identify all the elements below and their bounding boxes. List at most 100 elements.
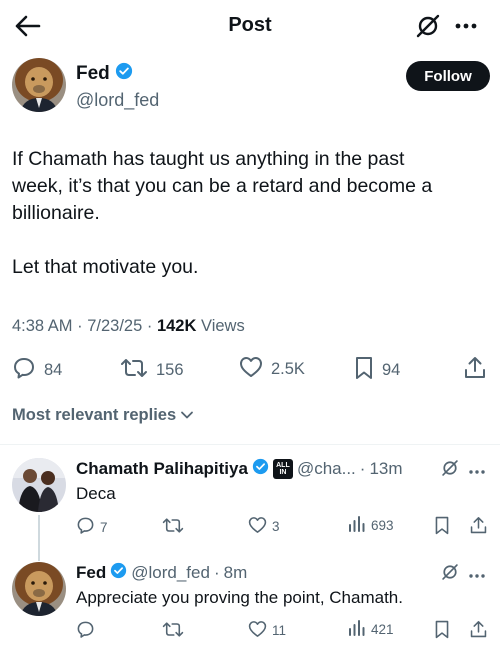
like-button[interactable]: 2.5K [239,356,305,383]
reply-time: 13m [369,459,403,478]
views-count: 421 [371,622,394,637]
reply-more [468,462,486,480]
share-button[interactable] [470,620,487,642]
verified-icon [115,62,133,85]
reply-author-name[interactable]: Fed [76,563,106,583]
bookmark-icon [434,620,450,642]
more-icon[interactable] [468,566,486,584]
post-text-line: If Chamath has taught us anything in the… [12,148,405,170]
views-label: Views [196,317,245,335]
repost-button[interactable] [162,620,189,642]
share-icon [470,516,487,538]
reply-time: 8m [223,563,248,582]
more-icon[interactable] [452,12,480,40]
reply-author-name[interactable]: Chamath Palihapitiya [76,459,248,479]
like-icon [248,516,267,537]
affiliate-badge-text-bottom: IN [279,469,287,476]
reply-icon [76,516,95,538]
repost-count: 156 [156,361,184,379]
reply-icon [12,356,36,385]
post-time: 4:38 AM [12,317,73,335]
repost-button[interactable] [162,516,189,538]
author-name[interactable]: Fed [76,63,110,85]
follow-button[interactable]: Follow [406,61,490,91]
like-button[interactable]: 3 [248,516,280,537]
reply-top-icons [440,458,460,483]
views-count[interactable]: 142K [157,317,196,335]
reply-count: 7 [100,519,108,535]
chevron-down-icon [180,406,194,425]
reply-header: Fed @lord_fed · 8m [76,562,247,584]
reply-item[interactable]: Chamath Palihapitiya ALL IN @cha... · 13… [12,458,488,540]
reply-author-handle[interactable]: @cha... [297,459,356,479]
grok-icon[interactable] [440,458,460,483]
repost-icon [162,516,184,538]
reply-count: 84 [44,361,63,379]
like-count: 11 [272,623,287,638]
like-icon [248,620,267,641]
reply-text: Deca [76,484,116,503]
replies-sort-label: Most relevant replies [12,406,177,424]
post-meta: 4:38 AM · 7/23/25 · 142K Views [12,317,245,336]
reply-text: Appreciate you proving the point, Chamat… [76,588,403,607]
views-icon [348,620,366,639]
reply-icon [76,620,95,642]
post-text-line: billionaire. [12,202,100,224]
post-text-line: week, it’s that you can be a retard and … [12,175,433,197]
repost-icon [162,620,184,642]
avatar[interactable] [12,562,66,616]
reply-item[interactable]: Fed @lord_fed · 8m Appreciate you provin… [12,562,488,644]
reply-separator: · [213,563,220,582]
verified-icon [110,562,127,584]
affiliate-badge-text-top: ALL [276,462,290,469]
replies-sort-toggle[interactable]: Most relevant replies [12,406,194,425]
more-icon[interactable] [468,462,486,480]
bookmark-button[interactable]: 94 [354,356,400,385]
avatar[interactable] [12,58,66,112]
views-button[interactable]: 421 [348,620,394,639]
divider [0,444,500,445]
share-button[interactable] [470,516,487,538]
like-icon [239,356,263,383]
views-count: 693 [371,518,394,533]
reply-more [468,566,486,584]
affiliate-badge[interactable]: ALL IN [272,459,293,479]
reply-button[interactable]: 7 [76,516,108,538]
top-bar: Post [0,0,500,52]
post-text: If Chamath has taught us anything in the… [12,146,482,281]
share-button[interactable] [464,356,486,385]
reply-button[interactable]: 84 [12,356,62,385]
bookmark-button[interactable] [434,620,450,642]
thread-line [38,515,40,561]
bookmark-button[interactable] [434,516,450,538]
meta-separator: · [72,317,88,335]
bookmark-icon [354,356,374,385]
grok-icon[interactable] [414,12,442,40]
repost-button[interactable]: 156 [120,356,184,385]
share-icon [464,356,486,385]
reply-button[interactable] [76,620,100,642]
bookmark-count: 94 [382,361,401,379]
avatar[interactable] [12,458,66,512]
grok-icon[interactable] [440,562,460,587]
reply-author-handle[interactable]: @lord_fed [131,563,210,583]
reply-actions: 11 421 [76,620,488,640]
like-count: 3 [272,519,280,534]
reply-header: Chamath Palihapitiya ALL IN @cha... · 13… [76,458,403,480]
like-button[interactable]: 11 [248,620,286,641]
views-button[interactable]: 693 [348,516,394,535]
reply-actions: 7 3 693 [76,516,488,536]
views-icon [348,516,366,535]
share-icon [470,620,487,642]
author-handle[interactable]: @lord_fed [76,90,159,111]
reply-top-icons [440,562,460,587]
verified-icon [252,458,269,480]
author-name-row: Fed [76,62,133,85]
reply-separator: · [359,459,366,478]
post-text-line: Let that motivate you. [12,256,199,278]
repost-icon [120,356,148,385]
like-count: 2.5K [271,360,305,378]
post-actions: 84 156 2.5K 94 [12,356,488,382]
post-author: Fed @lord_fed Follow [12,58,490,118]
